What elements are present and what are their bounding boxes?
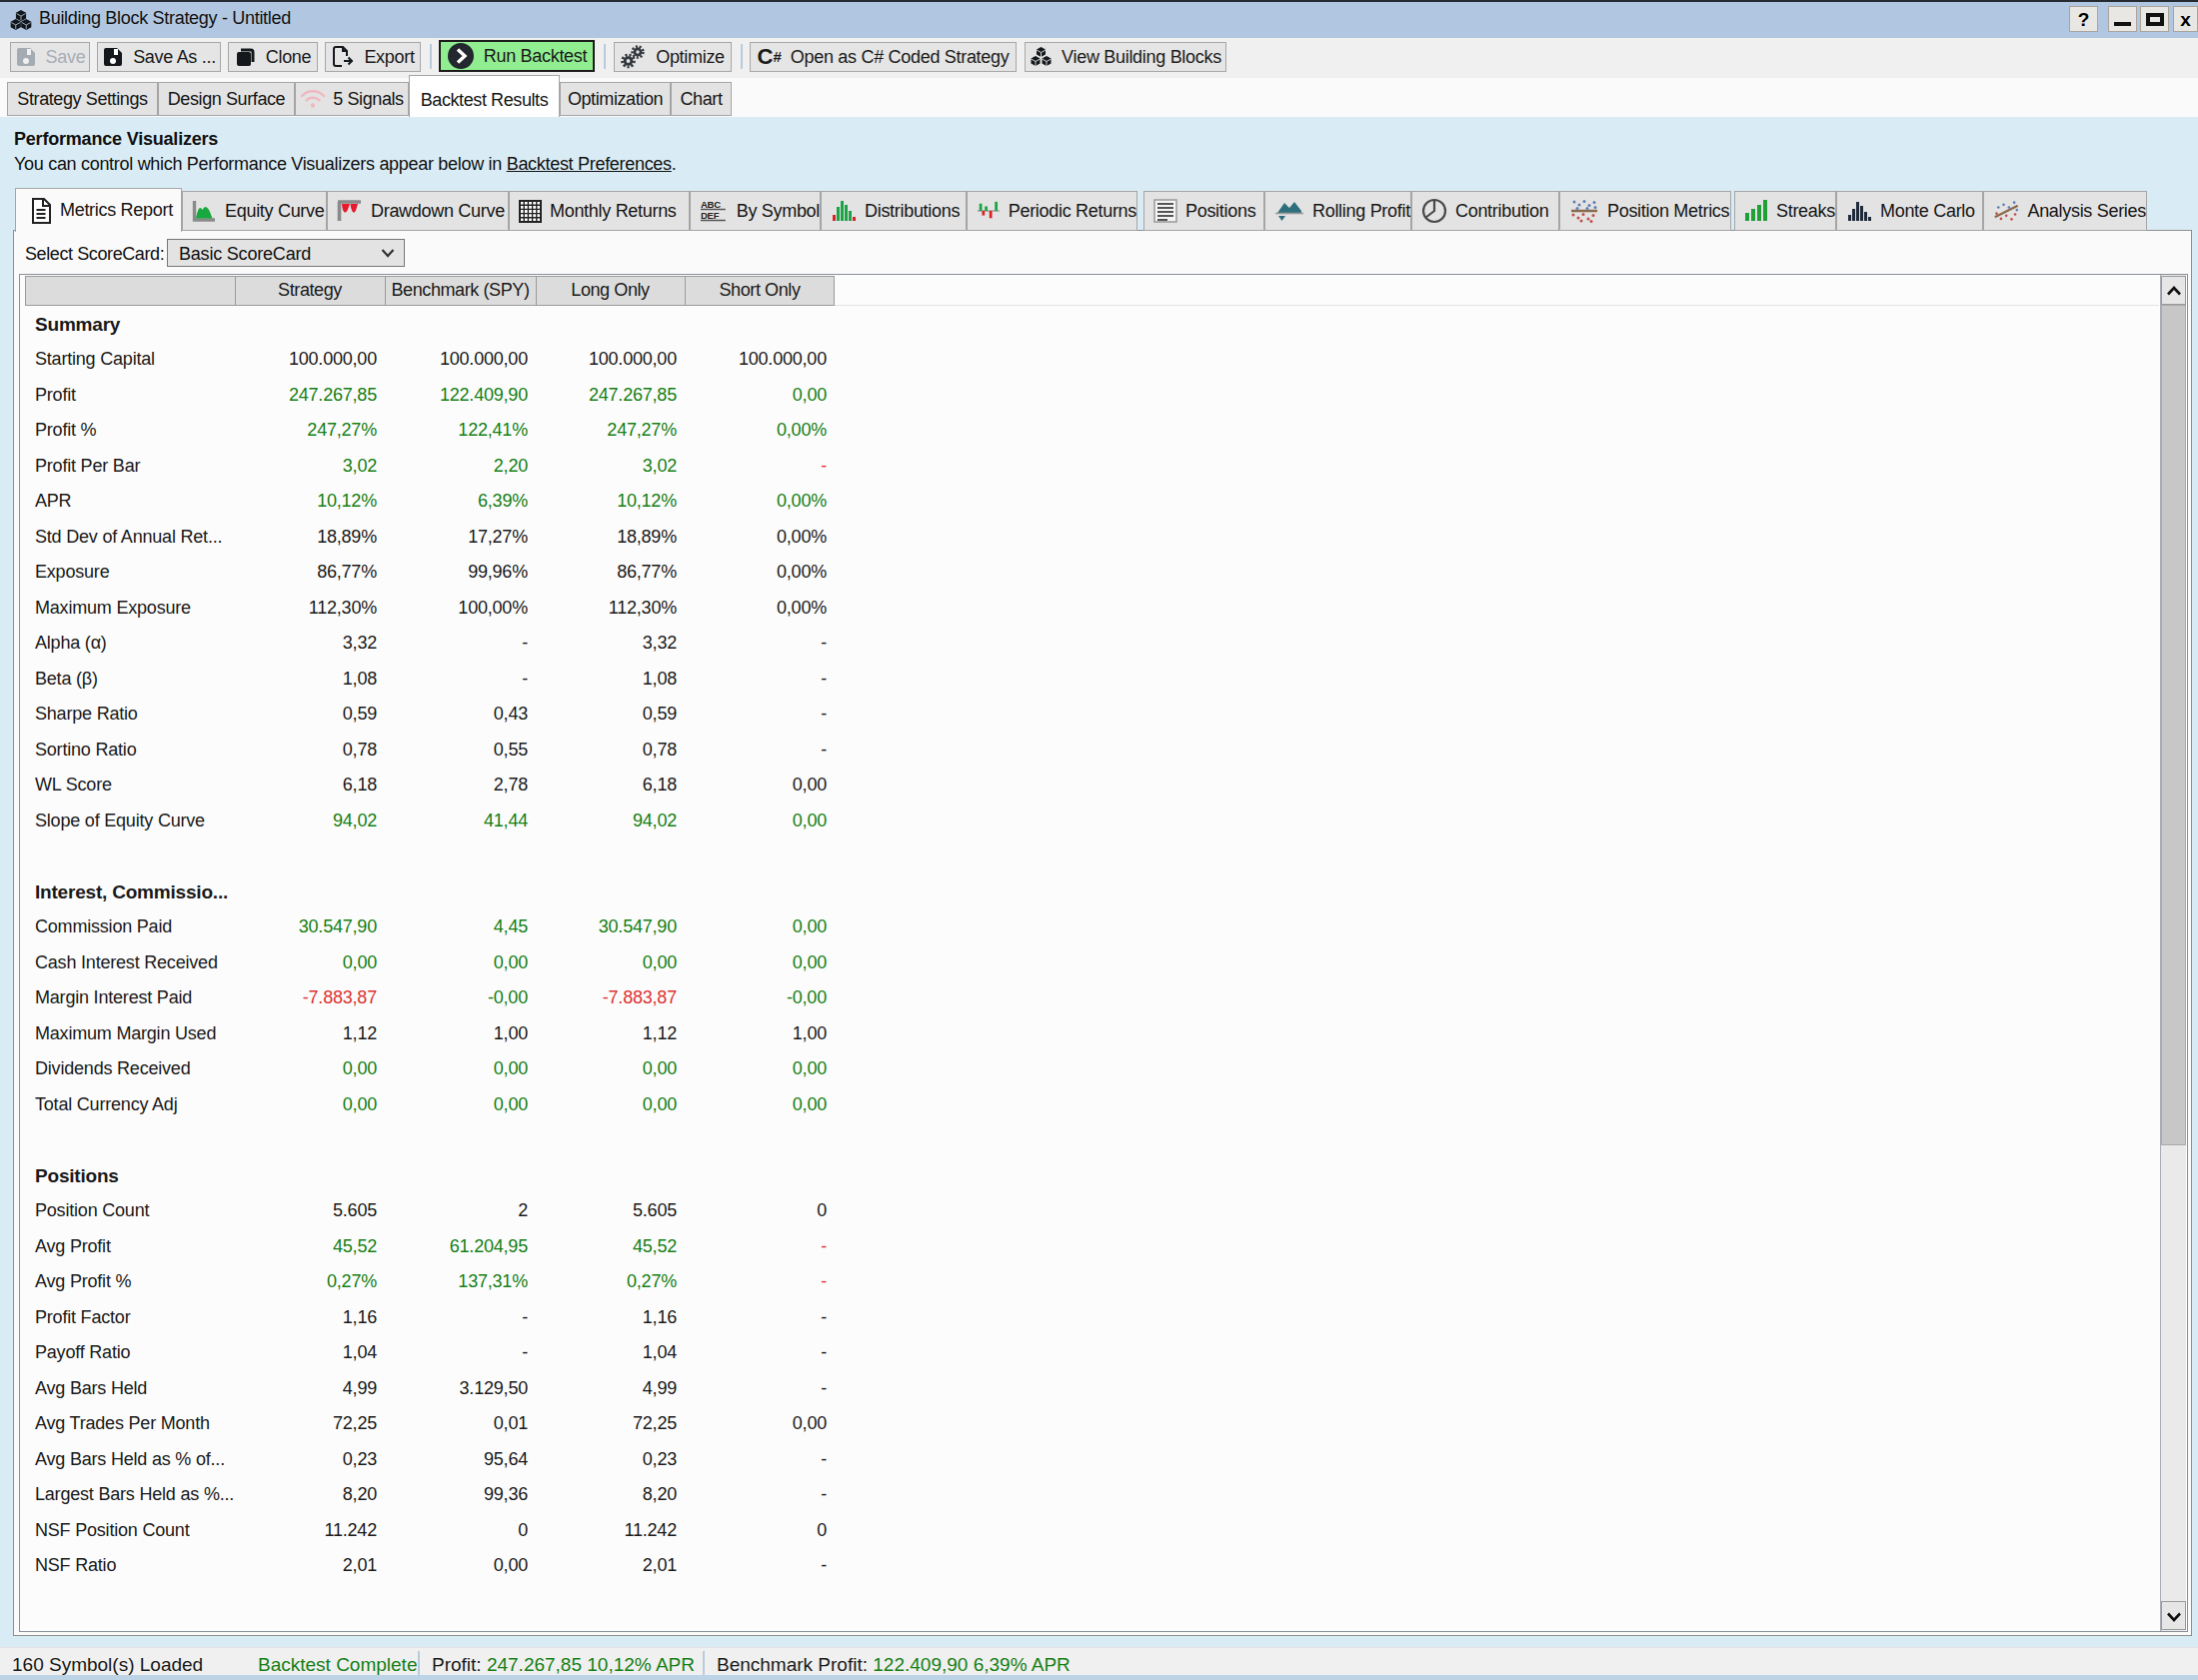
svg-text:DEF: DEF (701, 210, 720, 221)
svg-text:ABC: ABC (701, 199, 721, 210)
